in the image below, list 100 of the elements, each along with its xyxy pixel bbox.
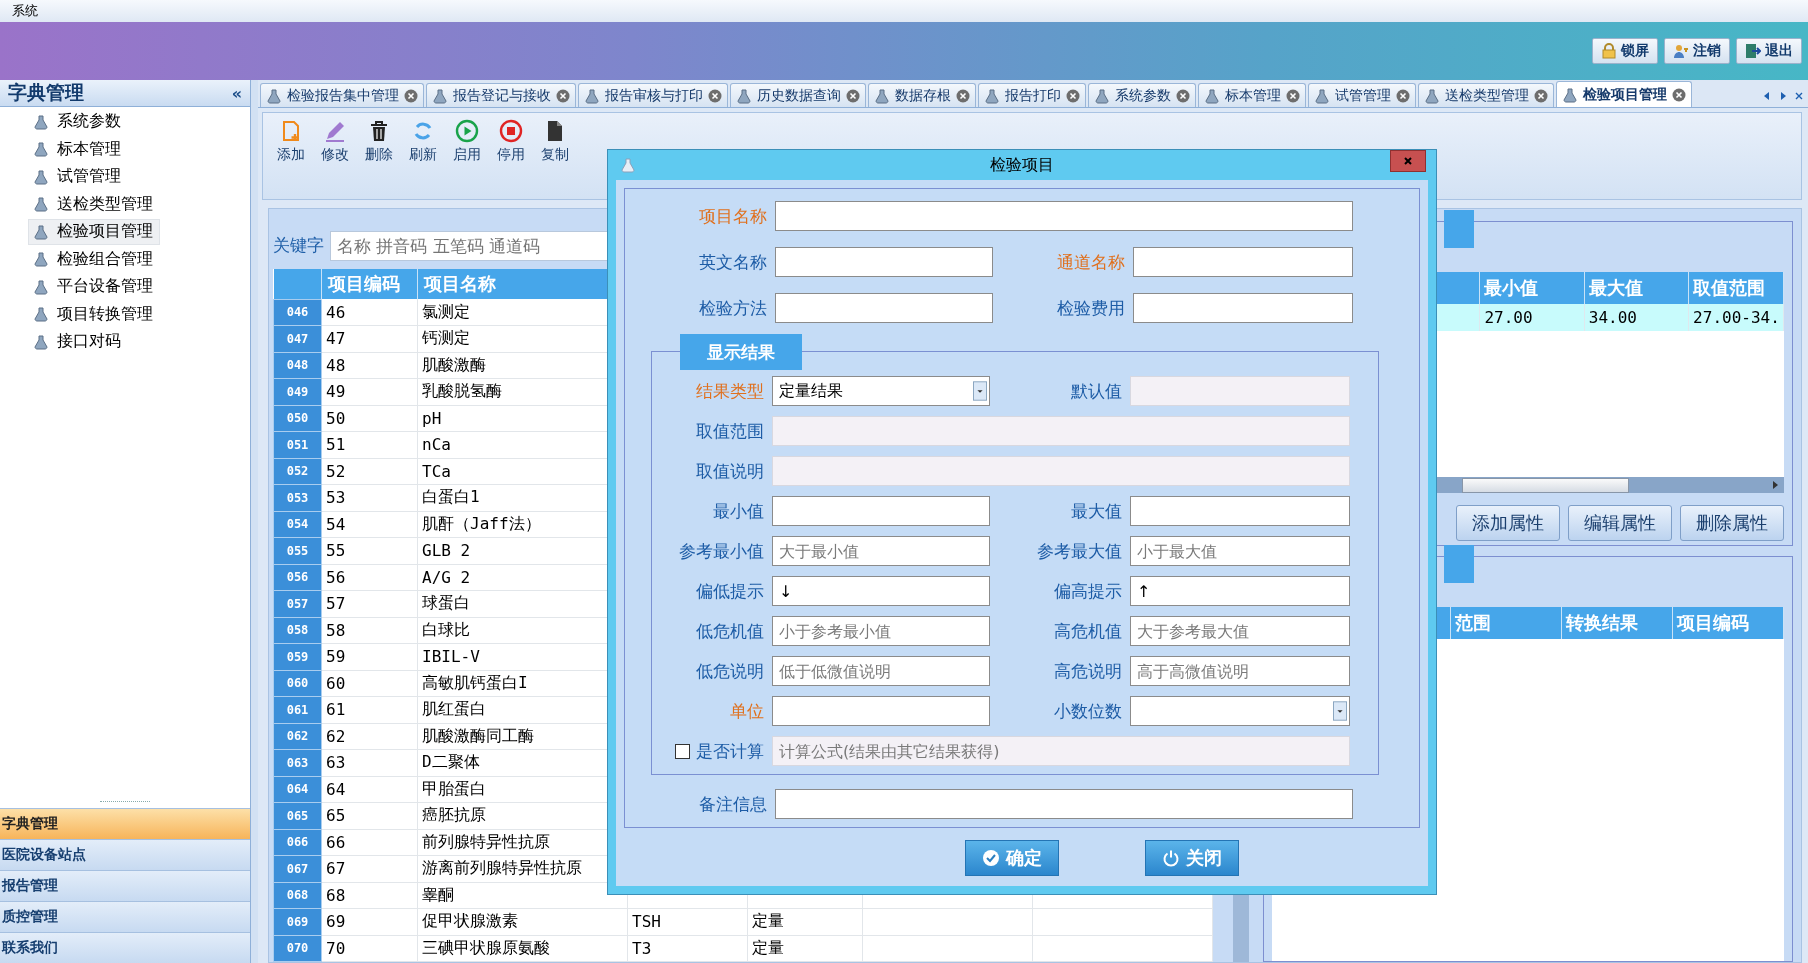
input-field[interactable]	[775, 247, 993, 277]
tree-item[interactable]: 试管管理	[28, 164, 128, 190]
header-button[interactable]: 锁屏	[1592, 38, 1658, 64]
close-icon[interactable]	[556, 88, 570, 103]
toolbar-button[interactable]: 删除	[359, 119, 399, 164]
input-field[interactable]	[772, 496, 990, 526]
close-icon[interactable]	[1066, 88, 1080, 103]
tree-item[interactable]: 标本管理	[28, 136, 128, 162]
close-icon[interactable]	[708, 88, 722, 103]
header-button[interactable]: 退出	[1736, 38, 1802, 64]
flask-icon	[33, 333, 49, 350]
dropdown[interactable]: 定量结果	[772, 376, 990, 406]
field-label: 取值范围	[695, 419, 765, 443]
accordion-header[interactable]: 字典管理	[0, 808, 250, 839]
tab[interactable]: 试管管理	[1308, 83, 1416, 107]
close-icon[interactable]	[1534, 88, 1548, 103]
field-label: 最小值	[712, 499, 765, 523]
row-number: 051	[273, 431, 322, 458]
caret-icon	[973, 381, 987, 401]
tree-item[interactable]: 检验组合管理	[28, 246, 160, 272]
toolbar-button[interactable]: 修改	[315, 119, 355, 164]
tree-item[interactable]: 送检类型管理	[28, 191, 160, 217]
field-label: 英文名称	[698, 250, 768, 274]
property-button[interactable]: 添加属性	[1456, 505, 1560, 541]
lock-icon	[1601, 43, 1617, 59]
dropdown[interactable]	[1130, 696, 1350, 726]
input-field[interactable]	[1133, 293, 1353, 323]
row-number: 067	[273, 855, 322, 882]
close-icon[interactable]	[956, 88, 970, 103]
input-field[interactable]: 低于低微值说明	[772, 656, 990, 686]
table-cell: 66	[321, 829, 418, 856]
tab[interactable]: 历史数据查询	[730, 83, 866, 107]
input-field[interactable]	[772, 696, 990, 726]
tab[interactable]: 报告打印	[978, 83, 1086, 107]
menu-item[interactable]: 系统	[12, 2, 38, 20]
tab[interactable]: 检验项目管理	[1556, 81, 1692, 107]
property-button[interactable]: 编辑属性	[1568, 505, 1672, 541]
input-field[interactable]: 高于高微值说明	[1130, 656, 1350, 686]
collapse-button[interactable]: «	[229, 83, 244, 103]
close-icon[interactable]	[1396, 88, 1410, 103]
table-cell: 70	[321, 935, 418, 962]
toolbar-button[interactable]: 停用	[491, 119, 531, 164]
tree-item[interactable]: 接口对码	[28, 329, 128, 355]
close-icon[interactable]	[846, 88, 860, 103]
toolbar-button[interactable]: 刷新	[403, 119, 443, 164]
toolbar-button[interactable]: 复制	[535, 119, 575, 164]
field-label: 高危机值	[1053, 619, 1123, 643]
close-icon[interactable]	[1286, 88, 1300, 103]
close-icon[interactable]	[1176, 88, 1190, 103]
close-button[interactable]	[1390, 150, 1426, 172]
row-number: 058	[273, 617, 322, 644]
input-field[interactable]	[775, 201, 1353, 231]
input-field[interactable]	[1133, 247, 1353, 277]
tab[interactable]: 检验报告集中管理	[260, 83, 424, 107]
flask-icon	[1314, 87, 1330, 104]
tab[interactable]: 报告审核与打印	[578, 83, 728, 107]
accordion-header[interactable]: 报告管理	[0, 870, 250, 901]
accordion-header[interactable]: 医院设备站点	[0, 839, 250, 870]
tab[interactable]: 标本管理	[1198, 83, 1306, 107]
toolbar-button[interactable]: 启用	[447, 119, 487, 164]
input-field[interactable]: ↓	[772, 576, 990, 606]
table-cell: 67	[321, 855, 418, 882]
checkbox[interactable]: 是否计算	[652, 739, 768, 763]
input-field[interactable]	[1130, 496, 1350, 526]
close-icon[interactable]	[1794, 90, 1804, 101]
accordion-header[interactable]: 联系我们	[0, 932, 250, 963]
tab[interactable]: 报告登记与接收	[426, 83, 576, 107]
right-arrow-icon[interactable]	[1778, 90, 1788, 101]
user-key-icon	[1673, 43, 1689, 59]
close-icon[interactable]	[1672, 87, 1686, 102]
row-number: 059	[273, 643, 322, 670]
table-cell: 46	[321, 299, 418, 326]
field-label: 小数位数	[1053, 699, 1123, 723]
tab[interactable]: 系统参数	[1088, 83, 1196, 107]
input-field[interactable]: ↑	[1130, 576, 1350, 606]
left-arrow-icon[interactable]	[1762, 90, 1772, 101]
close-icon[interactable]	[404, 88, 418, 103]
table-cell: 51	[321, 431, 418, 458]
table-cell: 62	[321, 723, 418, 750]
input-field[interactable]	[775, 789, 1353, 819]
property-button[interactable]: 删除属性	[1680, 505, 1784, 541]
input-field[interactable]: 大于最小值	[772, 536, 990, 566]
accordion-header[interactable]: 质控管理	[0, 901, 250, 932]
header-button[interactable]: 注销	[1664, 38, 1730, 64]
tree-item[interactable]: 系统参数	[28, 109, 128, 135]
input-field[interactable]: 小于参考最小值	[772, 616, 990, 646]
tree-item[interactable]: 检验项目管理	[28, 219, 160, 245]
table-cell: 55	[321, 537, 418, 564]
flask-icon	[266, 87, 282, 104]
right-arrow-icon[interactable]	[1770, 480, 1780, 490]
input-field[interactable]: 大于参考最大值	[1130, 616, 1350, 646]
tree-item[interactable]: 平台设备管理	[28, 274, 160, 300]
tab[interactable]: 送检类型管理	[1418, 83, 1554, 107]
tree-item[interactable]: 项目转换管理	[28, 301, 160, 327]
tab[interactable]: 数据存根	[868, 83, 976, 107]
power-icon	[1162, 849, 1180, 867]
input-field[interactable]: 小于最大值	[1130, 536, 1350, 566]
row-number: 052	[273, 458, 322, 485]
toolbar-button[interactable]: 添加	[271, 119, 311, 164]
input-field[interactable]	[775, 293, 993, 323]
